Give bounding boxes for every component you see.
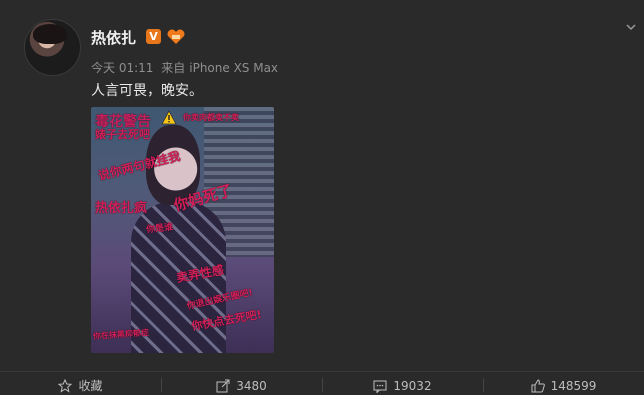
graffiti-text: 热依扎疯: [95, 201, 148, 216]
like-count: 148599: [550, 378, 597, 393]
post-meta: 今天 01:11 来自 iPhone XS Max: [91, 59, 282, 76]
post-text: 人言可畏，晚安。: [91, 83, 203, 99]
source-prefix: 来自: [161, 61, 186, 75]
favorite-button[interactable]: 收藏: [0, 372, 161, 395]
action-bar: 收藏 3480 19032 148599: [0, 371, 644, 395]
warning-icon: [161, 110, 177, 125]
graffiti-text: 婊子去死吧: [95, 128, 150, 141]
avatar[interactable]: [24, 19, 81, 76]
author-name[interactable]: 热依扎: [91, 27, 136, 48]
graffiti-text: 你卖肉都卖不卖: [183, 113, 239, 122]
comment-count: 19032: [393, 378, 432, 393]
share-count: 3480: [236, 378, 267, 393]
star-icon: [58, 378, 73, 393]
post-time[interactable]: 今天 01:11: [91, 61, 153, 75]
weibo-post-card: 热依扎 V 今天 01:11 来自 iPhone XS Max 人言可畏，晚安。 …: [0, 0, 644, 395]
share-icon: [216, 379, 230, 392]
favorite-label: 收藏: [78, 379, 103, 393]
post-image[interactable]: 毒花警告 你卖肉都卖不卖 婊子去死吧 说你两句就挂我 热依扎疯 你妈死了 你是谁…: [91, 107, 274, 353]
post-source: iPhone XS Max: [189, 61, 279, 75]
like-icon: [531, 378, 545, 392]
like-button[interactable]: 148599: [483, 372, 644, 395]
share-button[interactable]: 3480: [161, 372, 322, 395]
comment-button[interactable]: 19032: [322, 372, 483, 395]
chevron-down-icon[interactable]: [626, 22, 636, 32]
verified-badge-icon[interactable]: V: [146, 29, 161, 44]
comment-icon: [373, 380, 387, 393]
heart-badge-icon[interactable]: [166, 29, 186, 45]
